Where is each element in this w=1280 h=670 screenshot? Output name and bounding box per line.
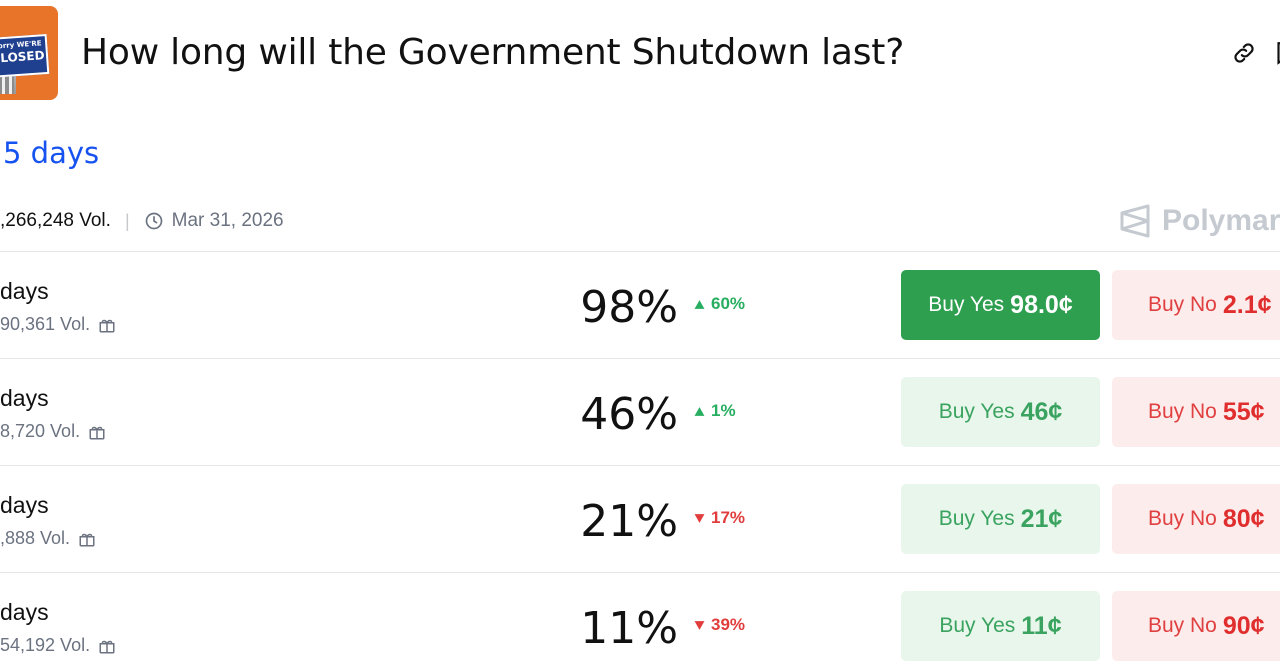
gift-icon[interactable] bbox=[78, 530, 96, 548]
outcome-change-text: 60% bbox=[711, 294, 746, 313]
outcome-change: 39% bbox=[694, 615, 745, 635]
polymarket-logo-icon bbox=[1120, 204, 1150, 238]
buy-no-button[interactable]: Buy No 55¢ bbox=[1112, 377, 1280, 447]
outcome-probability: 11% bbox=[580, 603, 678, 654]
arrow-up-icon bbox=[694, 299, 705, 309]
gift-icon[interactable] bbox=[88, 423, 106, 441]
buy-no-price: 80¢ bbox=[1222, 504, 1265, 533]
leading-outcome: 5 days bbox=[3, 136, 100, 170]
outcome-volume-text: 90,361 Vol. bbox=[0, 314, 91, 334]
brand-wordmark: Polymark bbox=[1162, 204, 1280, 237]
closed-sign-image: Sorry WE'RE CLOSED bbox=[0, 33, 50, 79]
arrow-down-icon bbox=[694, 620, 705, 630]
end-date: Mar 31, 2026 bbox=[171, 210, 284, 231]
outcome-probability: 21% bbox=[580, 496, 678, 547]
outcome-volume: ,888 Vol. bbox=[0, 528, 96, 549]
outcome-volume: 54,192 Vol. bbox=[0, 635, 116, 656]
outcome-label: days bbox=[0, 492, 49, 518]
outcome-row[interactable]: days 90,361 Vol. 98% 60% Buy Yes 98.0¢ B… bbox=[0, 251, 1280, 358]
buy-yes-label: Buy Yes bbox=[928, 293, 1005, 316]
outcome-label: days bbox=[0, 278, 49, 304]
buy-no-button[interactable]: Buy No 80¢ bbox=[1112, 484, 1280, 554]
outcome-volume-text: 8,720 Vol. bbox=[0, 421, 81, 441]
polymarket-logo: Polymark bbox=[1118, 203, 1280, 239]
outcome-change-text: 17% bbox=[711, 508, 746, 527]
buy-no-price: 55¢ bbox=[1222, 397, 1265, 426]
outcome-label: days bbox=[0, 599, 49, 625]
gift-icon[interactable] bbox=[98, 637, 116, 655]
outcome-volume-text: 54,192 Vol. bbox=[0, 635, 91, 655]
market-thumbnail[interactable]: Sorry WE'RE CLOSED bbox=[0, 6, 58, 100]
buy-no-label: Buy No bbox=[1148, 293, 1217, 316]
market-title: How long will the Government Shutdown la… bbox=[81, 32, 905, 73]
outcome-change: 1% bbox=[694, 401, 736, 421]
outcome-row[interactable]: days ,888 Vol. 21% 17% Buy Yes 21¢ Buy N… bbox=[0, 465, 1280, 572]
buy-yes-price: 98.0¢ bbox=[1010, 290, 1073, 319]
arrow-up-icon bbox=[694, 406, 705, 416]
buy-yes-button[interactable]: Buy Yes 98.0¢ bbox=[901, 270, 1100, 340]
outcome-probability: 46% bbox=[580, 389, 678, 440]
buy-no-button[interactable]: Buy No 90¢ bbox=[1112, 591, 1280, 661]
outcome-row[interactable]: days 8,720 Vol. 46% 1% Buy Yes 46¢ Buy N… bbox=[0, 358, 1280, 465]
buy-yes-button[interactable]: Buy Yes 11¢ bbox=[901, 591, 1100, 661]
outcome-volume: 8,720 Vol. bbox=[0, 421, 106, 442]
outcome-change-text: 1% bbox=[711, 401, 736, 420]
buy-yes-price: 11¢ bbox=[1021, 611, 1062, 640]
link-icon[interactable] bbox=[1231, 40, 1257, 66]
buy-no-price: 90¢ bbox=[1222, 611, 1265, 640]
buy-yes-button[interactable]: Buy Yes 21¢ bbox=[901, 484, 1100, 554]
market-meta: ,266,248 Vol. | Mar 31, 2026 bbox=[0, 210, 284, 232]
buy-yes-button[interactable]: Buy Yes 46¢ bbox=[901, 377, 1100, 447]
outcome-volume-text: ,888 Vol. bbox=[0, 528, 71, 548]
buy-yes-label: Buy Yes bbox=[938, 400, 1015, 423]
buy-yes-price: 46¢ bbox=[1020, 397, 1063, 426]
arrow-down-icon bbox=[694, 513, 705, 523]
total-volume: ,266,248 Vol. bbox=[0, 210, 111, 231]
outcome-change: 17% bbox=[694, 508, 745, 528]
outcome-change: 60% bbox=[694, 294, 745, 314]
buy-no-label: Buy No bbox=[1148, 400, 1217, 423]
buy-yes-label: Buy Yes bbox=[938, 507, 1015, 530]
outcome-probability: 98% bbox=[580, 282, 678, 333]
buy-no-label: Buy No bbox=[1148, 614, 1217, 637]
sign-text-main: CLOSED bbox=[0, 48, 46, 66]
market-page: Sorry WE'RE CLOSED How long will the Gov… bbox=[0, 0, 1280, 670]
buy-yes-price: 21¢ bbox=[1020, 504, 1063, 533]
outcome-row[interactable]: days 54,192 Vol. 11% 39% Buy Yes 11¢ Buy… bbox=[0, 572, 1280, 670]
bookmark-icon[interactable] bbox=[1272, 40, 1280, 66]
gift-icon[interactable] bbox=[98, 316, 116, 334]
buy-no-price: 2.1¢ bbox=[1222, 290, 1272, 319]
buy-no-button[interactable]: Buy No 2.1¢ bbox=[1112, 270, 1280, 340]
buy-yes-label: Buy Yes bbox=[939, 614, 1016, 637]
clock-icon bbox=[145, 212, 162, 230]
outcome-change-text: 39% bbox=[711, 615, 746, 634]
buy-no-label: Buy No bbox=[1148, 507, 1217, 530]
outcome-label: days bbox=[0, 385, 49, 411]
meta-divider: | bbox=[124, 210, 130, 231]
outcome-volume: 90,361 Vol. bbox=[0, 314, 116, 335]
outcome-list: days 90,361 Vol. 98% 60% Buy Yes 98.0¢ B… bbox=[0, 251, 1280, 670]
